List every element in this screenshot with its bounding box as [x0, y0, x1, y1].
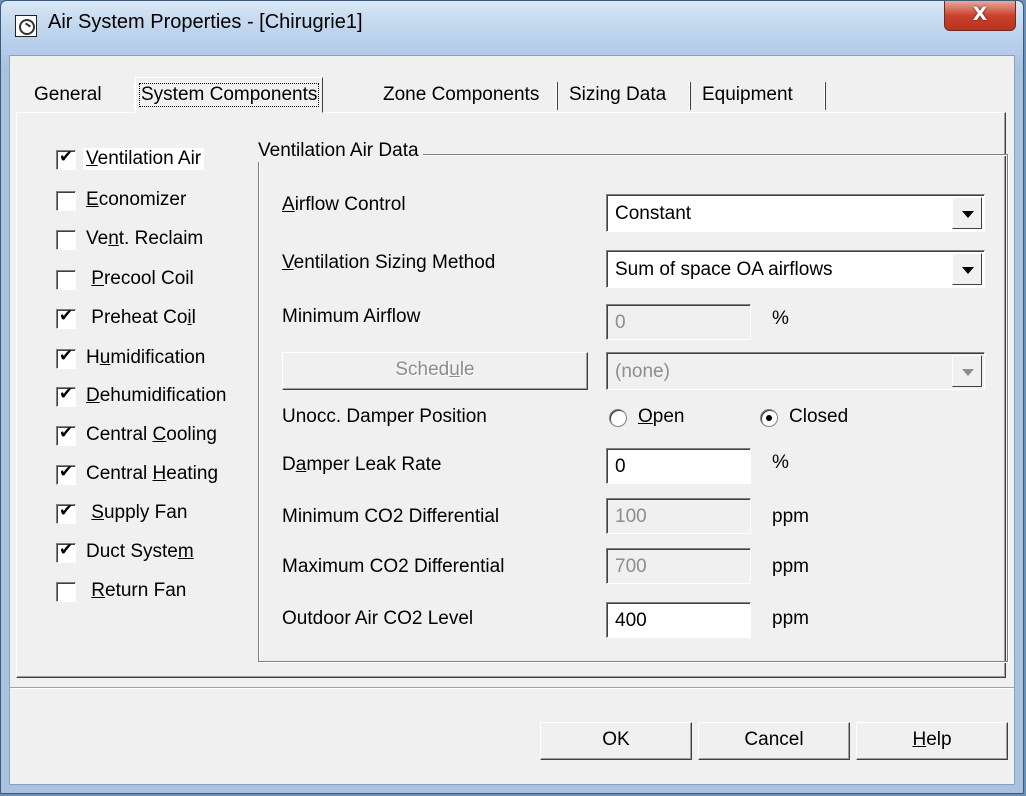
checkbox-box[interactable]: ✔ [56, 147, 76, 170]
ok-button[interactable]: OK [540, 722, 692, 760]
schedule-select[interactable]: (none) [606, 352, 985, 390]
damper-leak-rate-label: Damper Leak Rate [282, 454, 442, 475]
checkbox-box[interactable] [56, 230, 76, 250]
unocc-damper-position-label: Unocc. Damper Position [282, 406, 487, 427]
ventilation-sizing-method-select[interactable]: Sum of space OA airflows [606, 250, 985, 288]
tab-sizing-data[interactable]: Sizing Data [569, 80, 666, 114]
close-button[interactable]: X [944, 1, 1016, 31]
check-mark-icon: ✔ [59, 306, 74, 326]
chevron-down-icon[interactable] [952, 253, 982, 285]
tab-separator [556, 82, 558, 110]
check-mark-icon: ✔ [59, 423, 74, 443]
max-co2-differential-label: Maximum CO2 Differential [282, 556, 505, 577]
component-label: Preheat Coil [86, 307, 196, 328]
checkbox-box[interactable]: ✔ [56, 346, 76, 369]
checkbox-box[interactable] [56, 582, 76, 602]
checkbox-box[interactable]: ✔ [56, 306, 76, 329]
damper-leak-rate-field[interactable]: 0 [606, 448, 751, 484]
outdoor-co2-unit: ppm [772, 608, 809, 629]
component-label: Supply Fan [91, 502, 188, 523]
component-label: Precool Coil [91, 268, 194, 289]
check-mark-icon: ✔ [59, 346, 74, 366]
footer-separator [10, 687, 1014, 689]
component-label: Ventilation Air [83, 148, 205, 170]
damper-leak-rate-unit: % [772, 452, 789, 473]
tab-separator [824, 82, 826, 110]
tab-zone-components[interactable]: Zone Components [383, 80, 539, 114]
checkbox-box[interactable] [56, 191, 76, 211]
check-mark-icon: ✔ [59, 147, 74, 167]
outdoor-air-co2-label: Outdoor Air CO2 Level [282, 608, 474, 629]
air-system-properties-window: Air System Properties - [Chirugrie1] X G… [0, 0, 1024, 794]
component-label: Return Fan [91, 580, 187, 601]
cancel-button[interactable]: Cancel [698, 722, 850, 760]
ventilation-sizing-method-label: Ventilation Sizing Method [282, 252, 496, 273]
check-mark-icon: ✔ [59, 540, 74, 560]
airflow-control-label: Airflow Control [282, 194, 406, 215]
ventilation-group-title: Ventilation Air Data [258, 140, 423, 162]
min-co2-differential-field[interactable]: 100 [606, 498, 751, 534]
checkbox-box[interactable]: ✔ [56, 423, 76, 446]
tab-equipment[interactable]: Equipment [702, 80, 793, 114]
component-label: Central Cooling [86, 424, 217, 445]
help-button[interactable]: Help [856, 722, 1008, 760]
airflow-control-select[interactable]: Constant [606, 194, 985, 232]
checkbox-box[interactable]: ✔ [56, 540, 76, 563]
component-label: Economizer [86, 189, 187, 210]
dialog-client-area: General System Components Zone Component… [9, 55, 1015, 785]
check-mark-icon: ✔ [59, 384, 74, 404]
close-icon: X [972, 3, 988, 25]
title-bar[interactable]: Air System Properties - [Chirugrie1] X [1, 1, 1023, 55]
component-label: Vent. Reclaim [86, 228, 204, 249]
component-label: Dehumidification [86, 385, 227, 406]
minimum-airflow-label: Minimum Airflow [282, 306, 421, 327]
component-label: Central Heating [86, 463, 219, 484]
app-icon[interactable] [15, 15, 37, 37]
outdoor-air-co2-field[interactable]: 400 [606, 602, 751, 638]
window-title: Air System Properties - [Chirugrie1] [48, 11, 363, 33]
checkbox-box[interactable]: ✔ [56, 462, 76, 485]
max-co2-differential-field[interactable]: 700 [606, 548, 751, 584]
max-co2-unit: ppm [772, 556, 809, 577]
component-label: Humidification [86, 347, 206, 368]
minimum-airflow-field[interactable]: 0 [606, 304, 751, 340]
min-co2-unit: ppm [772, 506, 809, 527]
minimum-airflow-unit: % [772, 308, 789, 329]
tab-separator [689, 82, 691, 110]
component-label: Duct System [86, 541, 194, 562]
min-co2-differential-label: Minimum CO2 Differential [282, 506, 500, 527]
chevron-down-icon[interactable] [952, 355, 982, 387]
check-mark-icon: ✔ [59, 501, 74, 521]
tab-general[interactable]: General [34, 80, 102, 114]
checkbox-box[interactable]: ✔ [56, 501, 76, 524]
check-mark-icon: ✔ [59, 462, 74, 482]
tab-system-components[interactable]: System Components [135, 77, 324, 113]
chevron-down-icon[interactable] [952, 197, 982, 229]
checkbox-box[interactable] [56, 270, 76, 290]
checkbox-box[interactable]: ✔ [56, 384, 76, 407]
schedule-button[interactable]: Schedule [282, 352, 588, 390]
